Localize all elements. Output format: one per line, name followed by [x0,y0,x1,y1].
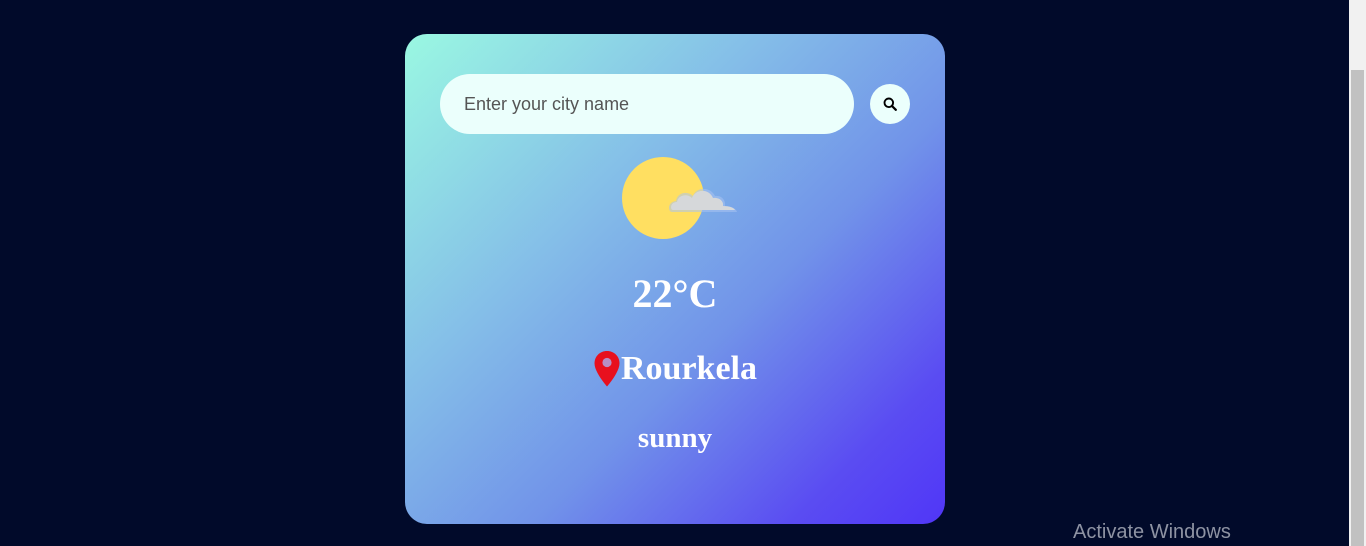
location-row: Rourkela [405,348,945,390]
activate-windows-watermark: Activate Windows [1073,521,1231,543]
location-pin-icon [594,351,620,387]
city-name: Rourkela [621,350,757,387]
weather-condition: sunny [637,422,713,454]
search-icon [883,97,897,111]
search-button[interactable] [870,84,910,124]
city-search-input[interactable] [440,74,854,134]
temperature: 22°C [632,271,718,316]
sun-behind-cloud-icon [622,157,737,239]
page: 22°C Rourkela sunny Activate Windows [0,0,1366,546]
vertical-scrollbar[interactable] [1349,0,1366,546]
weather-card: 22°C Rourkela sunny [405,34,945,524]
scrollbar-thumb[interactable] [1351,70,1364,546]
